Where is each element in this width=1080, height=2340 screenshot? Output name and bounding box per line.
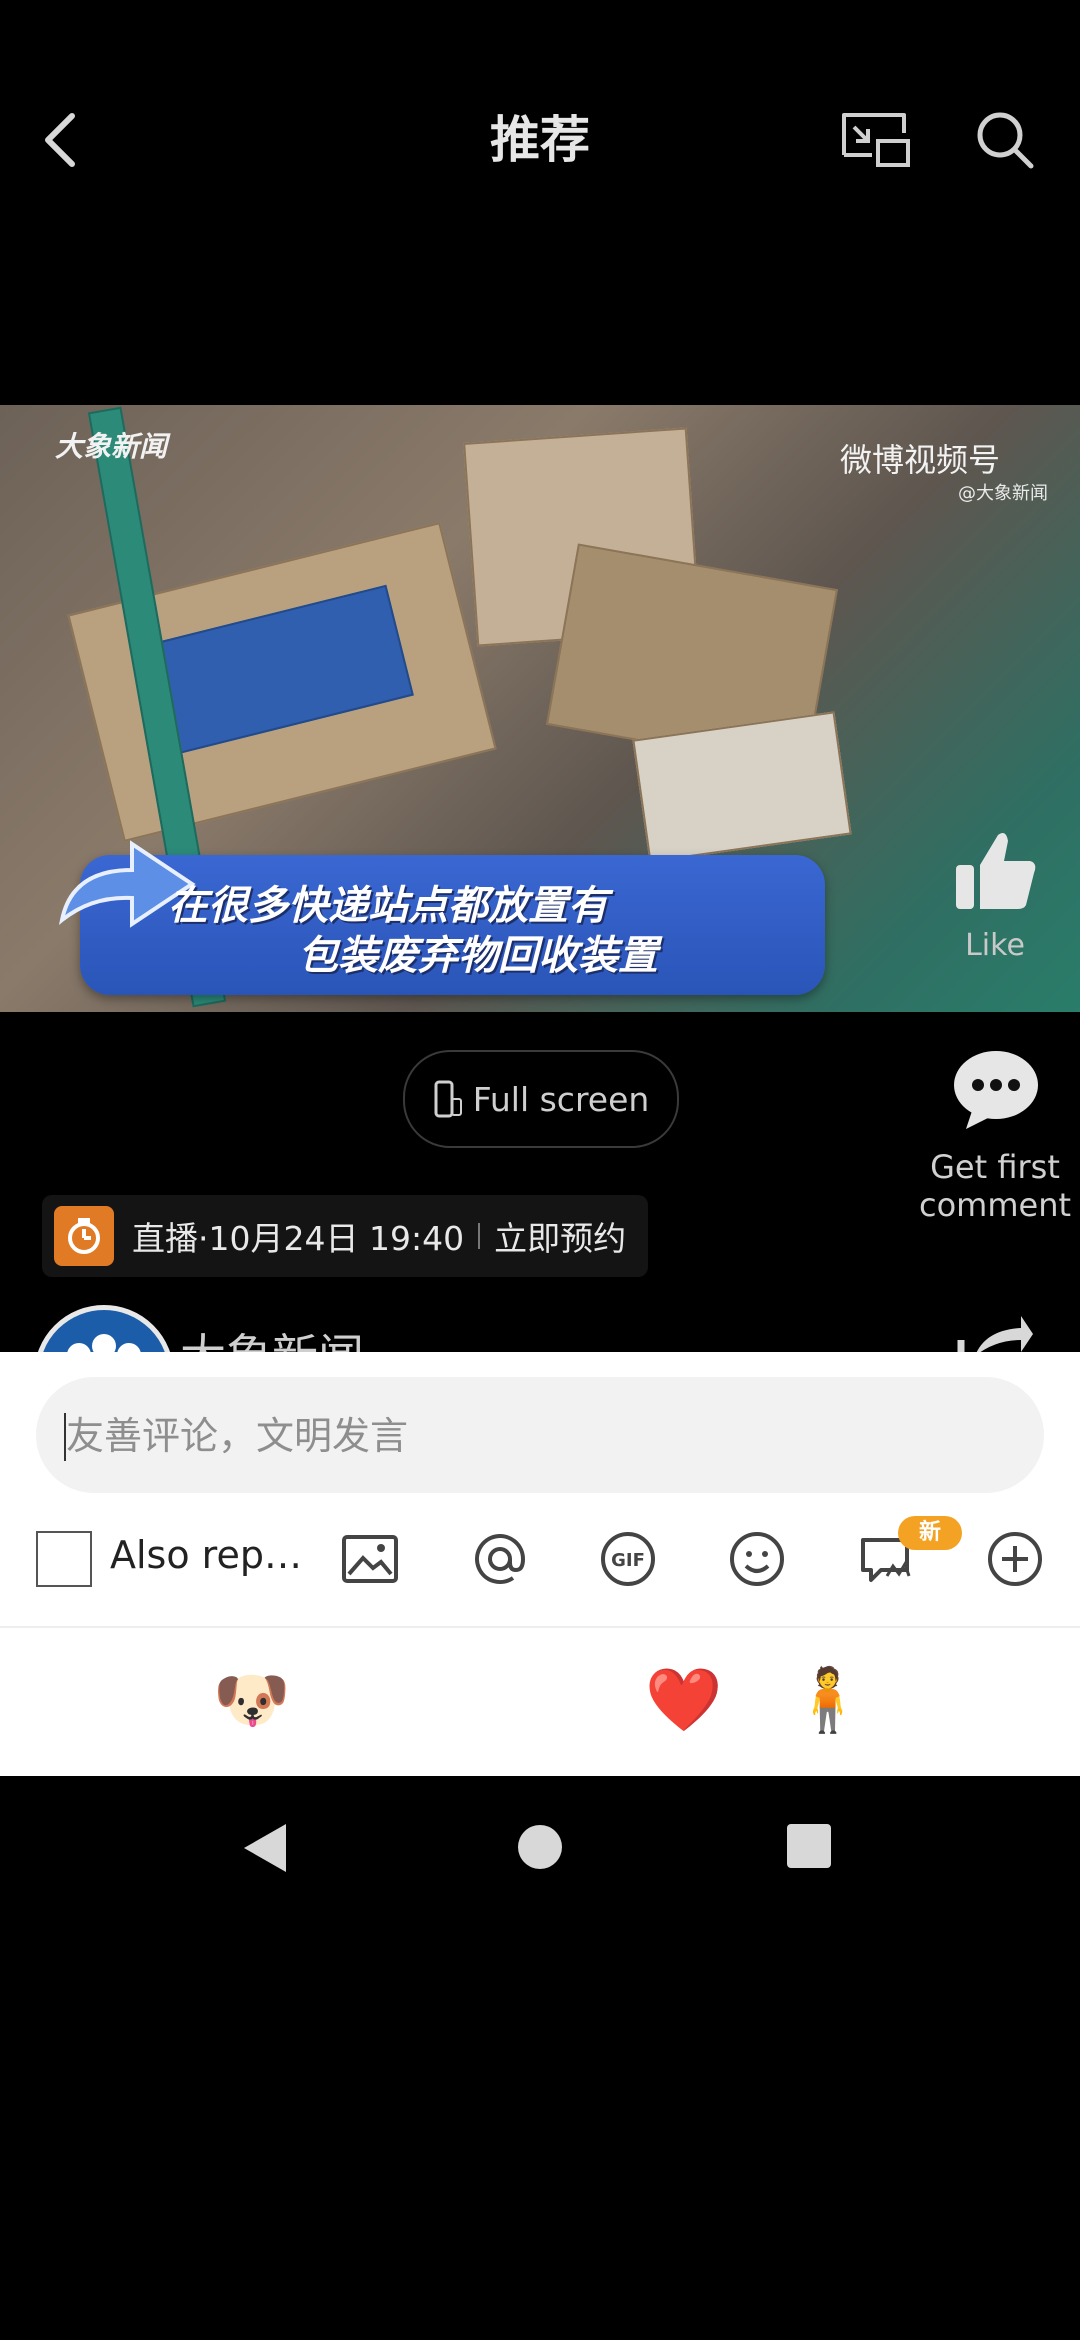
search-button[interactable]	[970, 100, 1040, 180]
svg-text:GIF: GIF	[611, 1550, 645, 1571]
repost-label: Also rep…	[110, 1533, 302, 1577]
emoji-button[interactable]	[725, 1527, 789, 1591]
alarm-clock-icon	[54, 1206, 114, 1266]
comment-button[interactable]	[948, 1045, 1044, 1133]
nav-home-icon[interactable]	[515, 1822, 565, 1872]
more-button[interactable]	[983, 1527, 1047, 1591]
comment-input[interactable]	[64, 1377, 1008, 1495]
repost-checkbox[interactable]	[36, 1531, 92, 1587]
page-title: 推荐	[490, 111, 590, 169]
emoji-laugh-cry[interactable]: 😂	[356, 1660, 436, 1740]
new-badge: 新	[898, 1516, 962, 1550]
like-button[interactable]	[945, 820, 1045, 920]
caption-line-2: 包装废弃物回收装置	[298, 933, 658, 979]
emoji-icon	[730, 1532, 784, 1586]
phone-rotate-icon	[434, 1080, 462, 1118]
live-reservation-banner[interactable]: 直播·10月24日 19:40 立即预约	[42, 1195, 648, 1277]
package-bag	[632, 711, 852, 863]
watermark-left: 大象新闻	[55, 430, 168, 463]
emoji-heart[interactable]: ❤️	[644, 1660, 724, 1740]
watermark-right-sub: @大象新闻	[958, 483, 1048, 504]
mention-button[interactable]	[468, 1527, 532, 1591]
gif-icon: GIF	[601, 1532, 655, 1586]
nav-recents-icon[interactable]	[785, 1822, 833, 1870]
thumbs-up-icon	[956, 833, 1036, 909]
back-button[interactable]	[30, 100, 90, 180]
reserve-link[interactable]: 立即预约	[494, 1212, 626, 1260]
emoji-joy[interactable]: 😂	[932, 1660, 1012, 1740]
at-icon	[475, 1534, 526, 1584]
search-icon	[977, 112, 1034, 169]
pip-button[interactable]	[835, 100, 915, 180]
comment-label: Get first comment	[918, 1148, 1072, 1224]
watermark-right: 微博视频号	[840, 441, 1001, 479]
emoji-excited[interactable]: 😆	[500, 1660, 580, 1740]
plus-icon	[988, 1532, 1042, 1586]
nav-back-icon[interactable]	[240, 1820, 290, 1876]
fullscreen-button[interactable]: Full screen	[403, 1050, 679, 1148]
like-label: Like	[965, 928, 1025, 963]
insert-image-button[interactable]	[338, 1527, 402, 1591]
divider	[478, 1223, 481, 1249]
sheet-divider	[0, 1626, 1080, 1628]
emoji-crying[interactable]: 😭	[68, 1660, 148, 1740]
gif-button[interactable]: GIF	[596, 1527, 660, 1591]
image-icon	[342, 1535, 398, 1583]
chevron-left-icon	[45, 113, 75, 167]
speech-bubble-icon	[954, 1051, 1038, 1129]
text-cursor	[64, 1413, 66, 1461]
picture-in-picture-icon	[842, 113, 910, 167]
emoji-doge[interactable]: 🐶	[212, 1660, 292, 1740]
fullscreen-label: Full screen	[472, 1079, 650, 1119]
comment-input-container[interactable]	[36, 1377, 1044, 1495]
emoji-figure[interactable]: 🧍	[788, 1660, 868, 1740]
live-schedule-text: 直播·10月24日 19:40	[132, 1219, 465, 1258]
